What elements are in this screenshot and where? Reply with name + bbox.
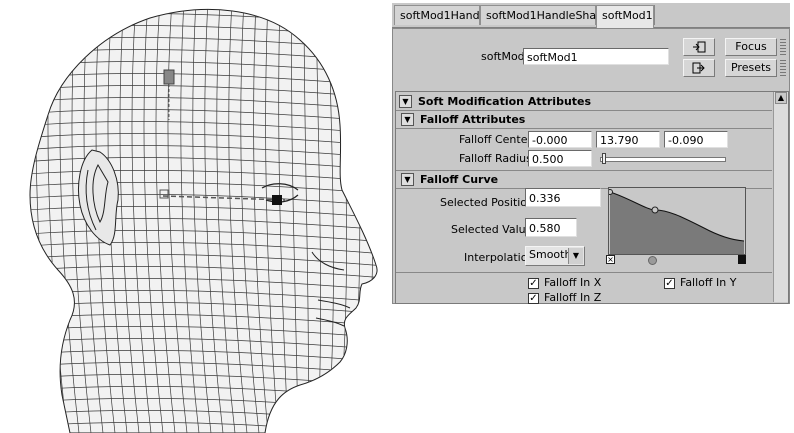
presets-button[interactable]: Presets (725, 59, 777, 77)
curve-key-markers: × (606, 255, 746, 265)
falloff-radius-label: Falloff Radius (459, 152, 532, 165)
interpolation-label: Interpolation (464, 251, 535, 264)
dropdown-arrow-icon: ▼ (568, 248, 583, 264)
vertical-scrollbar[interactable]: ▲ (773, 92, 788, 302)
node-tab-bar: softMod1Handle softMod1HandleShape softM… (392, 3, 790, 28)
selected-position-label: Selected Position (440, 196, 535, 209)
interpolation-dropdown[interactable]: Smooth ▼ (525, 246, 585, 266)
falloff-radius-field[interactable]: 0.500 (528, 150, 592, 167)
tab-softmod1[interactable]: softMod1 (596, 5, 654, 28)
attribute-panel: softMod: softMod1 Focus Presets ▼ Soft M… (392, 28, 790, 304)
focus-grip[interactable] (780, 39, 786, 55)
copy-tab-icon (692, 62, 705, 74)
focus-button[interactable]: Focus (725, 38, 777, 56)
selected-value-label: Selected Value (451, 223, 533, 236)
scroll-up-icon[interactable]: ▲ (775, 92, 787, 104)
falloff-in-x-label: Falloff In X (544, 276, 602, 289)
collapse-arrow-icon[interactable]: ▼ (401, 173, 414, 186)
falloff-curve-title: Falloff Curve (420, 173, 499, 186)
tab-bar-spacer (654, 5, 669, 25)
falloff-in-y-label: Falloff In Y (680, 276, 737, 289)
section-divider (396, 272, 772, 273)
curve-key-end[interactable] (738, 255, 746, 264)
falloff-center-label: Falloff Center (459, 133, 532, 146)
soft-mod-section-header[interactable]: ▼ Soft Modification Attributes (396, 93, 772, 111)
falloff-radius-slider-thumb[interactable] (602, 153, 607, 164)
load-attributes-button[interactable] (683, 38, 715, 56)
attribute-editor: softMod1Handle softMod1HandleShape softM… (392, 0, 794, 305)
falloff-in-z-checkbox[interactable]: ✓ (528, 293, 539, 304)
falloff-center-x-field[interactable]: -0.000 (528, 131, 592, 148)
falloff-center-y-field[interactable]: 13.790 (596, 131, 660, 148)
copy-tab-button[interactable] (683, 59, 715, 77)
viewport-3d[interactable] (0, 0, 385, 433)
falloff-in-z-label: Falloff In Z (544, 291, 602, 304)
tab-softmod1-handle[interactable]: softMod1Handle (394, 5, 489, 25)
falloff-in-y-checkbox[interactable]: ✓ (664, 278, 675, 289)
attributes-scroll-area[interactable]: ▼ Soft Modification Attributes ▼ Falloff… (395, 91, 789, 304)
selected-value-field[interactable]: 0.580 (525, 218, 577, 237)
curve-key-handle[interactable] (648, 256, 657, 265)
soft-mod-section-title: Soft Modification Attributes (418, 95, 592, 108)
falloff-attributes-title: Falloff Attributes (420, 113, 526, 126)
load-attributes-icon (693, 41, 706, 53)
node-type-label: softMod: (481, 50, 529, 63)
tab-softmod1-handle-shape[interactable]: softMod1HandleShape (480, 5, 610, 25)
falloff-in-x-checkbox[interactable]: ✓ (528, 278, 539, 289)
head-mesh-render (29, 8, 378, 433)
falloff-curve-graph[interactable] (608, 187, 746, 255)
selected-position-field[interactable]: 0.336 (525, 188, 601, 207)
curve-key-selected[interactable] (651, 206, 659, 214)
falloff-attributes-header[interactable]: ▼ Falloff Attributes (396, 111, 772, 129)
presets-grip[interactable] (780, 60, 786, 76)
delete-key-icon[interactable]: × (606, 255, 615, 264)
curve-key-start[interactable] (609, 189, 613, 195)
collapse-arrow-icon[interactable]: ▼ (399, 95, 412, 108)
collapse-arrow-icon[interactable]: ▼ (401, 113, 414, 126)
falloff-curve-plot (609, 189, 745, 254)
node-name-field[interactable]: softMod1 (523, 48, 669, 65)
falloff-radius-slider[interactable] (600, 157, 726, 162)
interpolation-value: Smooth (529, 248, 572, 261)
node-name-row: softMod: softMod1 Focus Presets (393, 29, 789, 87)
falloff-center-z-field[interactable]: -0.090 (664, 131, 728, 148)
